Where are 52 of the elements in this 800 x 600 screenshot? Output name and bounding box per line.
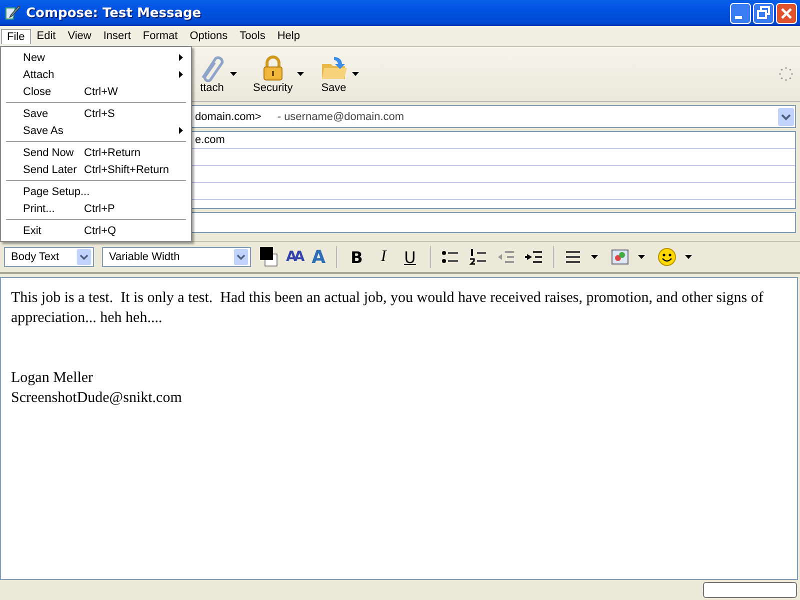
- menu-entry[interactable]: Print... Ctrl+P: [1, 200, 191, 217]
- dropdown-arrow-icon[interactable]: [352, 72, 359, 76]
- paragraph-style-select[interactable]: Body Text: [4, 247, 94, 267]
- font-select[interactable]: Variable Width: [102, 247, 251, 267]
- menu-entry[interactable]: Exit Ctrl+Q: [1, 222, 191, 239]
- message-body[interactable]: This job is a test. It is only a test. Had this been an actual job, you would have received raises, promotion, and other signs of appreciation... heh heh.... Logan Meller ScreenshotDude@snikt.com: [0, 277, 798, 580]
- recipient-address[interactable]: e.com: [195, 134, 225, 146]
- menu-item[interactable]: File: [1, 28, 31, 44]
- toolbar-button[interactable]: Security: [251, 54, 295, 94]
- menu-entry[interactable]: Send Now Ctrl+Return: [1, 144, 191, 161]
- text-color-picker[interactable]: [259, 246, 279, 268]
- submenu-arrow-icon: [179, 54, 183, 61]
- numbered-list-icon[interactable]: [468, 247, 488, 267]
- text-style-button[interactable]: U: [397, 248, 423, 266]
- menu-entry[interactable]: Page Setup...: [1, 183, 191, 200]
- submenu-arrow-icon: [179, 71, 183, 78]
- window-title: Compose: Test Message: [26, 6, 202, 20]
- text-style-button[interactable]: I: [374, 248, 394, 266]
- menu-item[interactable]: Insert: [97, 28, 137, 44]
- toolbar-button[interactable]: ttach: [196, 54, 228, 94]
- menu-entry[interactable]: Attach: [1, 66, 191, 83]
- compose-icon: [5, 5, 21, 21]
- menu-entry[interactable]: New: [1, 49, 191, 66]
- font-size-button[interactable]: A: [308, 246, 329, 268]
- menu-entry[interactable]: Send Later Ctrl+Shift+Return: [1, 161, 191, 178]
- close-button[interactable]: [776, 2, 797, 24]
- signature-line: ScreenshotDude@snikt.com: [11, 389, 182, 408]
- menu-item[interactable]: Options: [184, 28, 234, 44]
- dropdown-arrow-icon[interactable]: [638, 255, 645, 259]
- throbber-icon: [778, 66, 794, 82]
- dropdown-arrow-icon[interactable]: [296, 72, 304, 76]
- menu-item[interactable]: Help: [271, 28, 306, 44]
- body-paragraph: This job is a test. It is only a test. Had this been an actual job, you would have received raises, promotion, and other signs of appreciation... heh heh....: [11, 289, 764, 328]
- text-style-button[interactable]: B: [344, 248, 370, 266]
- smiley-icon[interactable]: [656, 247, 677, 267]
- menu-entry[interactable]: Close Ctrl+W: [1, 83, 191, 100]
- minimize-button[interactable]: [730, 2, 751, 24]
- font-size-button[interactable]: AA: [283, 249, 305, 265]
- menu-entry[interactable]: Save Ctrl+S: [1, 105, 191, 122]
- menu-item[interactable]: View: [62, 28, 98, 44]
- submenu-arrow-icon: [179, 127, 183, 134]
- folder-icon: [320, 54, 348, 82]
- menu-item[interactable]: Edit: [30, 28, 62, 44]
- dropdown-arrow-icon[interactable]: [230, 72, 237, 76]
- menu-item[interactable]: Format: [136, 28, 184, 44]
- toolbar-button[interactable]: Save: [318, 54, 350, 94]
- menu-item[interactable]: Tools: [234, 28, 272, 44]
- dropdown-arrow-icon[interactable]: [684, 255, 692, 259]
- image-icon[interactable]: [610, 247, 630, 267]
- dropdown-arrow-icon[interactable]: [590, 255, 598, 259]
- signature-line: Logan Meller: [11, 369, 94, 388]
- restore-button[interactable]: [753, 2, 774, 24]
